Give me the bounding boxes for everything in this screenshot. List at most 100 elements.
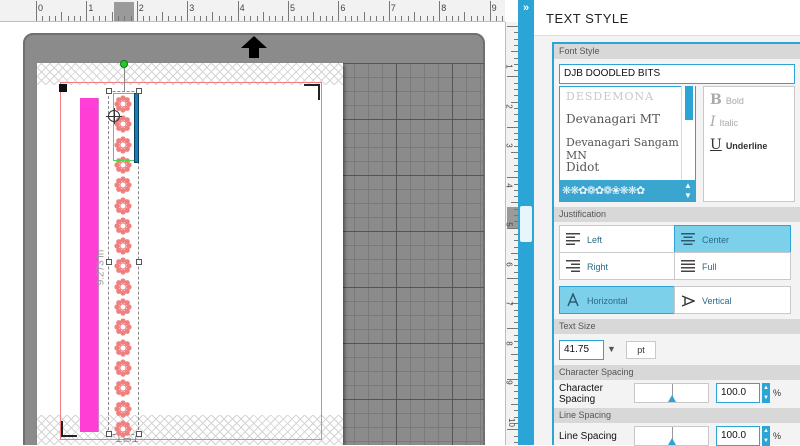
character-spacing-slider[interactable] <box>634 383 709 403</box>
ruler-tick <box>48 16 50 21</box>
ruler-tick <box>225 16 226 21</box>
ruler-tick <box>420 16 422 21</box>
rotation-handle-line <box>124 68 125 92</box>
line-spacing-input[interactable]: 100.0 <box>716 426 760 446</box>
ruler-label: 3 <box>189 3 195 13</box>
feed-direction-arrow-icon <box>241 36 267 58</box>
font-name-field[interactable]: DJB DOODLED BITS <box>559 64 795 84</box>
font-list-item[interactable]: DESDEMONA <box>566 90 654 103</box>
font-style-options: B Bold I Italic U Underline <box>703 86 795 202</box>
ruler-tick <box>212 12 214 21</box>
bold-icon: B <box>710 92 722 108</box>
font-list-item[interactable]: Didot <box>566 160 599 174</box>
font-style-section-title: Font Style <box>554 44 800 59</box>
bold-option[interactable]: B Bold <box>710 92 744 108</box>
justify-left-button[interactable]: Left <box>559 225 675 253</box>
resize-handle-bl[interactable] <box>106 431 112 437</box>
resize-handle-ml[interactable] <box>106 259 112 265</box>
text-size-input[interactable]: 41.75 <box>559 340 604 360</box>
ruler-tick <box>92 16 94 21</box>
slider-knob[interactable] <box>668 395 676 402</box>
character-spacing-stepper-icon[interactable]: ▲ ▼ <box>762 383 770 403</box>
panel-divider[interactable]: » <box>518 0 534 445</box>
rotation-handle[interactable] <box>120 60 128 68</box>
line-spacing-unit: % <box>773 431 782 441</box>
ruler-tick <box>294 16 296 21</box>
flower-glyph-icon <box>114 318 132 336</box>
ruler-tick <box>124 16 126 21</box>
ruler-tick <box>357 16 359 21</box>
ruler-tick <box>511 101 518 103</box>
align-right-icon <box>566 260 580 272</box>
ruler-tick <box>199 16 201 21</box>
panel-scrollbar-thumb[interactable] <box>520 206 532 242</box>
ruler-tick <box>507 177 518 179</box>
horizontal-text-icon <box>567 293 579 307</box>
ruler-tick <box>414 12 415 21</box>
registration-corner-mark <box>304 84 320 100</box>
ruler-tick <box>477 16 478 21</box>
ruler-tick <box>507 76 518 78</box>
horizontal-direction-button[interactable]: Horizontal <box>559 286 675 314</box>
text-size-unit-button[interactable]: pt <box>626 341 656 359</box>
ruler-tick <box>351 16 352 21</box>
character-spacing-label: Character Spacing <box>559 383 603 405</box>
align-justify-icon <box>681 260 695 272</box>
underline-option[interactable]: U Underline <box>710 137 767 153</box>
ruler-label: 6 <box>340 3 346 13</box>
ruler-tick <box>174 16 176 21</box>
justify-full-button[interactable]: Full <box>674 252 791 280</box>
line-spacing-slider[interactable] <box>634 426 709 446</box>
ruler-tick <box>458 16 460 21</box>
resize-handle-tr[interactable] <box>136 88 142 94</box>
resize-handle-tl[interactable] <box>106 88 112 94</box>
ruler-tick <box>388 1 390 21</box>
ruler-tick <box>507 126 518 128</box>
text-size-dropdown-icon[interactable]: ▼ <box>607 344 616 354</box>
align-center-icon <box>681 233 695 245</box>
character-spacing-label-line2: Spacing <box>559 394 596 405</box>
ruler-label: 5 <box>290 3 296 13</box>
vertical-direction-button[interactable]: Vertical <box>674 286 791 314</box>
ruler-tick <box>338 1 340 21</box>
justify-right-button[interactable]: Right <box>559 252 675 280</box>
ruler-label: 9 <box>491 3 497 13</box>
resize-handle-mr[interactable] <box>136 259 142 265</box>
horizontal-label: Horizontal <box>587 296 628 306</box>
font-list-item-selected[interactable]: ❋❋✿❁✿❁❀❋❋✿ <box>559 180 696 202</box>
character-spacing-input[interactable]: 100.0 <box>716 383 760 403</box>
line-spacing-stepper-icon[interactable]: ▲ ▼ <box>762 426 770 446</box>
font-stepper-icon[interactable]: ▲ ▼ <box>682 181 694 201</box>
align-left-icon <box>566 233 580 245</box>
ruler-tick <box>288 1 289 21</box>
ruler-tick <box>262 12 264 21</box>
ruler-tick <box>470 16 472 21</box>
italic-option[interactable]: I Italic <box>710 114 738 130</box>
ruler-tick <box>306 16 308 21</box>
ruler-tick <box>507 429 518 431</box>
line-spacing-label: Line Spacing <box>559 431 617 442</box>
font-list-scroll-thumb[interactable] <box>685 86 693 120</box>
design-canvas[interactable]: 0 1 2 3 4 5 6 7 8 9 1 1 2 3 4 5 6 7 8 9 10 9.273 in ⊥▭⊥ <box>0 0 518 445</box>
font-list-item[interactable]: Devanagari MT <box>566 112 660 126</box>
ruler-label: 2 <box>138 3 144 13</box>
expand-panel-icon[interactable]: » <box>518 2 534 14</box>
ruler-tick <box>502 16 504 21</box>
ruler-label: 7 <box>504 301 514 306</box>
ruler-tick <box>344 16 346 21</box>
slider-knob[interactable] <box>668 438 676 445</box>
ruler-tick <box>269 16 271 21</box>
vertical-label: Vertical <box>702 296 732 306</box>
move-crosshair-icon[interactable] <box>106 108 122 124</box>
ruler-tick <box>511 152 518 153</box>
ruler-tick <box>483 16 485 21</box>
font-list-item[interactable]: Devanagari Sangam MN <box>566 136 695 162</box>
alignment-glyph: ⊥▭⊥ <box>115 434 140 444</box>
justify-center-button[interactable]: Center <box>674 225 791 253</box>
ruler-tick <box>451 16 453 21</box>
panel-title: TEXT STYLE <box>546 11 629 26</box>
ruler-tick <box>363 12 365 21</box>
character-spacing-label-line1: Character <box>559 383 603 394</box>
ruler-tick <box>117 16 119 21</box>
flower-glyph-icon <box>114 237 132 255</box>
